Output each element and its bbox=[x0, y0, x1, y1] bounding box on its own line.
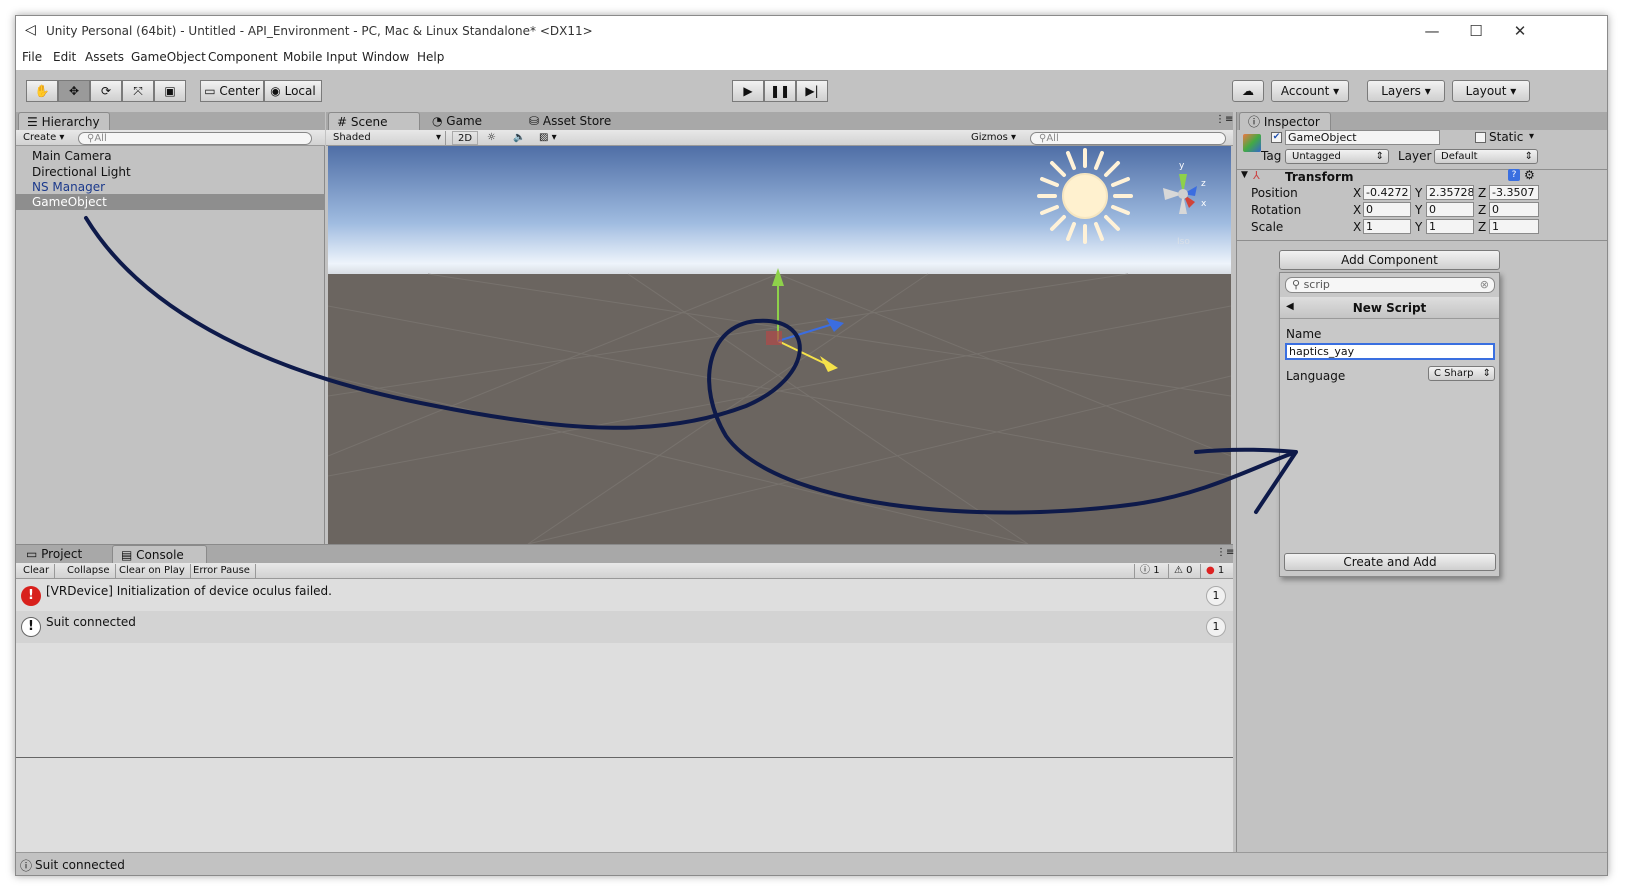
unity-window: ◁ Unity Personal (64bit) - Untitled - AP… bbox=[15, 15, 1608, 876]
annotation-arrow bbox=[84, 216, 1298, 515]
